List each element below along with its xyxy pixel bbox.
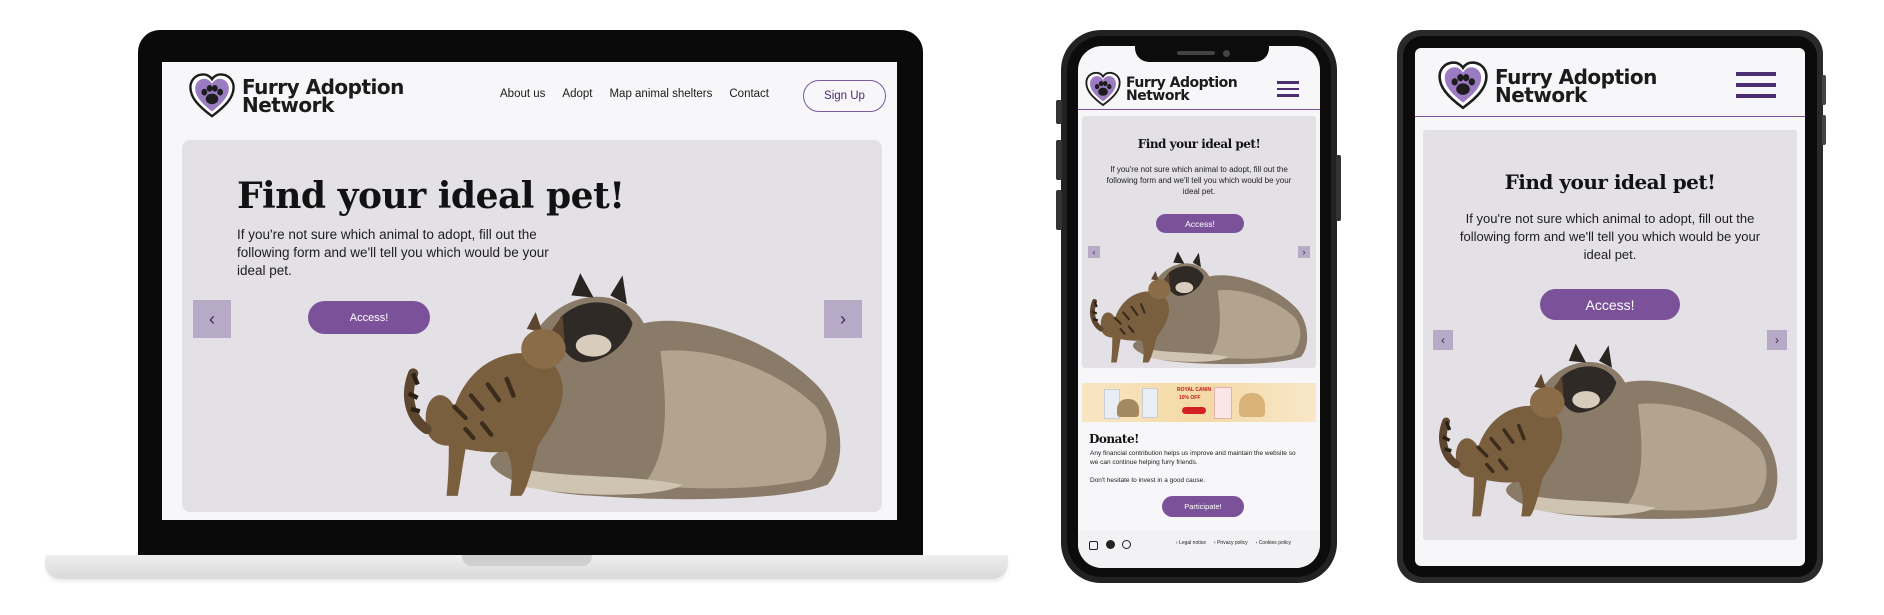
participate-button[interactable]: Participate! (1162, 496, 1244, 517)
hero-title: Find your ideal pet! (237, 175, 625, 217)
hero-text: If you're not sure which animal to adopt… (1106, 165, 1292, 196)
phone-side-button (1056, 100, 1062, 124)
heart-paw-logo-icon (1435, 60, 1491, 112)
nav-about-us[interactable]: About us (500, 88, 545, 100)
legal-notice-link[interactable]: › Legal notice (1176, 540, 1206, 546)
access-button[interactable]: Access! (1540, 289, 1680, 320)
banner-offer: 10% OFF (1179, 395, 1201, 401)
nav-map-shelters[interactable]: Map animal shelters (609, 88, 712, 100)
product-bag-icon (1142, 388, 1158, 418)
nav-contact[interactable]: Contact (729, 88, 769, 100)
main-nav: About us Adopt Map animal shelters Conta… (500, 88, 769, 100)
donate-text: Any financial contribution helps us impr… (1090, 450, 1296, 466)
instagram-icon[interactable] (1089, 541, 1098, 550)
phone-side-button (1056, 140, 1062, 180)
chevron-left-icon: ‹ (209, 308, 215, 329)
phone-side-button (1056, 190, 1062, 230)
tablet-side-button (1822, 75, 1826, 105)
hero-carousel: Find your ideal pet! If you're not sure … (1423, 130, 1797, 540)
donate-title: Donate! (1089, 432, 1139, 446)
donate-text-2: Don't hesitate to invest in a good cause… (1090, 477, 1206, 484)
laptop-notch (462, 555, 592, 566)
hero-text: If you're not sure which animal to adopt… (1459, 211, 1761, 262)
tablet-screen: Furry Adoption Network Find your ideal p… (1415, 48, 1805, 566)
chevron-right-icon: › (840, 308, 846, 329)
phone-notch (1135, 44, 1269, 62)
laptop-screen: Furry Adoption Network About us Adopt Ma… (162, 62, 897, 520)
hero-title: Find your ideal pet! (1137, 137, 1261, 151)
privacy-policy-link[interactable]: › Privacy policy (1214, 540, 1248, 546)
phone-screen: Furry Adoption Network Find your ideal p… (1078, 46, 1320, 568)
cat-and-dog-image (1090, 246, 1312, 368)
hero-title: Find your ideal pet! (1504, 170, 1716, 194)
front-camera-icon (1223, 50, 1230, 57)
hero-carousel: Find your ideal pet! If you're not sure … (182, 140, 882, 512)
tablet-side-button (1822, 115, 1826, 145)
cat-and-dog-image (1439, 335, 1785, 525)
cookies-policy-link[interactable]: › Cookies policy (1256, 540, 1291, 546)
speaker-grille (1177, 51, 1215, 55)
menu-hamburger-icon[interactable] (1736, 72, 1776, 98)
facebook-icon[interactable] (1106, 540, 1115, 549)
royal-canin-ad-banner[interactable]: ROYAL CANIN 10% OFF (1082, 383, 1316, 422)
heart-paw-logo-icon (186, 72, 238, 120)
cat-image (1117, 399, 1139, 417)
banner-button[interactable] (1182, 407, 1206, 414)
whatsapp-icon[interactable] (1122, 540, 1131, 549)
product-bag-icon (1214, 387, 1232, 419)
nav-adopt[interactable]: Adopt (562, 88, 592, 100)
banner-brand: ROYAL CANIN (1177, 387, 1212, 393)
logo[interactable]: Furry Adoption Network (1083, 71, 1238, 108)
heart-paw-logo-icon (1083, 71, 1123, 108)
cat-and-dog-image (387, 262, 867, 507)
access-button[interactable]: Access! (1156, 214, 1244, 233)
hero-carousel: Find your ideal pet! If you're not sure … (1082, 116, 1316, 368)
footer-links: › Legal notice › Privacy policy › Cookie… (1176, 540, 1291, 546)
header-divider (1078, 109, 1320, 110)
logo[interactable]: Furry Adoption Network (186, 72, 404, 120)
footer: › Legal notice › Privacy policy › Cookie… (1078, 531, 1320, 568)
puppy-image (1239, 393, 1265, 417)
header-divider (1415, 116, 1805, 117)
logo-line2: Network (1126, 87, 1190, 104)
menu-hamburger-icon[interactable] (1277, 81, 1299, 97)
signup-button[interactable]: Sign Up (803, 80, 886, 112)
carousel-prev-button[interactable]: ‹ (193, 300, 231, 338)
carousel-next-button[interactable]: › (824, 300, 862, 338)
phone-power-button (1336, 155, 1341, 221)
logo[interactable]: Furry Adoption Network (1435, 60, 1657, 112)
